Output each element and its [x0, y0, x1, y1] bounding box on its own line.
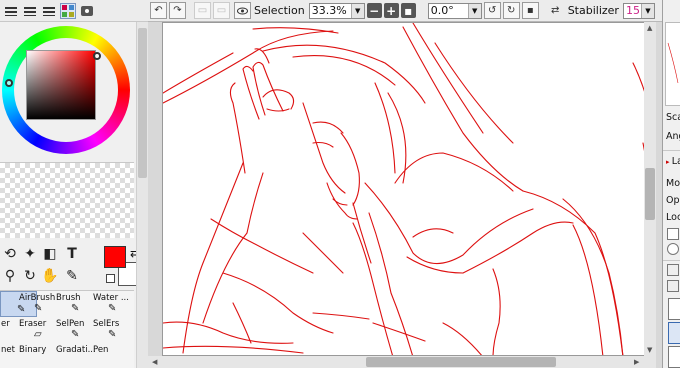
- primary-color-swatch[interactable]: [104, 246, 126, 268]
- brush-slot-brush[interactable]: Brush ✎: [55, 291, 92, 317]
- zoom-select[interactable]: 33.3% ▼: [308, 2, 365, 19]
- brush-tool-grid: ✎ AirBrush ✎ Brush ✎ Water ... ✎ er Eras…: [0, 290, 134, 368]
- text-tool-icon[interactable]: T: [62, 244, 82, 264]
- selection-label: Selection: [254, 4, 305, 17]
- layer-item[interactable]: [668, 298, 680, 320]
- brush-slot-eraser[interactable]: Eraser ▱: [18, 317, 55, 343]
- tool-icons: ⟲ ✦ ◧ T ⚲ ↻ ✋ ✎: [0, 240, 96, 288]
- selpen-icon: ✎: [71, 329, 80, 340]
- swatches-mode-icon[interactable]: [60, 2, 76, 19]
- navigator-preview[interactable]: [665, 22, 680, 106]
- color-wheel-mode-icon[interactable]: [3, 3, 19, 19]
- water-brush-icon: ✎: [108, 303, 117, 314]
- saturation-value-square[interactable]: [26, 50, 96, 120]
- layer-panel-header: ▸ La: [666, 156, 680, 167]
- stabilizer-value: 15: [625, 4, 640, 17]
- top-toolbar: ↶ ↷ ▭ ▭ Selection 33.3% ▼ − + ▪ 0.0° ▼ ↺…: [148, 0, 680, 22]
- brush-slot-water[interactable]: Water ... ✎: [92, 291, 129, 317]
- brush-slot-binary[interactable]: Binary: [18, 343, 55, 368]
- magic-wand-icon[interactable]: ✦: [20, 244, 40, 264]
- sv-marker[interactable]: [93, 52, 101, 60]
- rotation-value: 0.0°: [430, 4, 454, 17]
- shape-icon[interactable]: ◧: [40, 244, 60, 264]
- selers-icon: ✎: [108, 329, 117, 340]
- opacity-label: Opa: [666, 195, 680, 206]
- rotate-ccw-icon[interactable]: ↺: [483, 2, 501, 19]
- brush-slot-selers[interactable]: SelErs ✎: [92, 317, 129, 343]
- left-panel-scrollbar[interactable]: [136, 22, 148, 368]
- chevron-down-icon: ▼: [640, 3, 654, 18]
- hsv-slider-mode-icon[interactable]: [41, 3, 57, 19]
- right-panel: Sca Ang ▸ La Mo Opa Loc: [662, 0, 680, 368]
- flip-horizontal-icon[interactable]: ⇄: [547, 2, 564, 19]
- brush-slot-selpen[interactable]: SelPen ✎: [55, 317, 92, 343]
- eyedropper-icon[interactable]: ✎: [62, 266, 82, 286]
- zoom-reset-button[interactable]: ▪: [400, 3, 416, 18]
- layer-op-icon[interactable]: [667, 280, 679, 292]
- airbrush-icon: ✎: [34, 303, 43, 314]
- hand-icon[interactable]: ✋: [40, 266, 60, 286]
- scroll-up-icon[interactable]: ▲: [647, 24, 652, 32]
- brush-slot-pen2[interactable]: Pen: [92, 343, 129, 368]
- brush-slot-gradation[interactable]: Gradati...: [55, 343, 96, 368]
- scroll-down-icon[interactable]: ▼: [647, 346, 652, 354]
- undo-icon[interactable]: ↶: [150, 2, 167, 19]
- deselect-icon[interactable]: ▭: [194, 2, 211, 19]
- chevron-down-icon: ▼: [350, 3, 364, 18]
- scroll-left-icon[interactable]: ◀: [152, 358, 157, 366]
- eraser-icon: ▱: [34, 329, 42, 340]
- chevron-down-icon: ▼: [467, 3, 481, 18]
- drawing-canvas[interactable]: [162, 22, 650, 356]
- stabilizer-select[interactable]: 15 ▼: [622, 2, 655, 19]
- new-layer-icon[interactable]: [667, 264, 679, 276]
- paint-tool-sai-window: ⟲ ✦ ◧ T ⚲ ↻ ✋ ✎ ⇄ ✎ AirBrush ✎ Brush ✎: [0, 0, 680, 368]
- canvas-horizontal-scrollbar[interactable]: ◀ ▶: [148, 356, 648, 368]
- left-panel: ⟲ ✦ ◧ T ⚲ ↻ ✋ ✎ ⇄ ✎ AirBrush ✎ Brush ✎: [0, 0, 148, 368]
- reset-colors-icon[interactable]: [106, 274, 115, 283]
- invert-selection-icon[interactable]: ▭: [213, 2, 230, 19]
- zoom-out-button[interactable]: −: [366, 3, 382, 18]
- show-selection-icon[interactable]: [234, 2, 251, 19]
- left-scroll-thumb[interactable]: [138, 28, 147, 178]
- navigator-angle-label: Ang: [666, 131, 680, 142]
- canvas-area: ▲ ▼ ◀ ▶: [148, 22, 662, 368]
- lasso-icon[interactable]: ⟲: [0, 244, 20, 264]
- swatch-panel[interactable]: [0, 162, 134, 238]
- blend-mode-label: Mo: [666, 178, 680, 189]
- stabilizer-label: Stabilizer: [567, 4, 619, 17]
- zoom-icon[interactable]: ⚲: [0, 266, 20, 286]
- brush-icon: ✎: [71, 303, 80, 314]
- rotate-cw-icon[interactable]: ↻: [502, 2, 520, 19]
- layer-item[interactable]: [668, 346, 680, 368]
- lock-label: Loc: [666, 212, 680, 223]
- line-art-sketch: [163, 23, 649, 355]
- rotate-reset-icon[interactable]: ▪: [521, 2, 539, 19]
- rgb-slider-mode-icon[interactable]: [22, 3, 38, 19]
- brush-slot-airbrush[interactable]: AirBrush ✎: [18, 291, 55, 317]
- scratchpad-mode-icon[interactable]: [79, 3, 95, 19]
- hue-marker[interactable]: [5, 79, 13, 87]
- zoom-value: 33.3%: [311, 4, 347, 17]
- canvas-hscroll-thumb[interactable]: [366, 357, 556, 367]
- canvas-vertical-scrollbar[interactable]: ▲ ▼: [644, 22, 656, 368]
- rotation-select[interactable]: 0.0° ▼: [427, 2, 482, 19]
- preserve-opacity-checkbox[interactable]: [667, 228, 679, 240]
- color-wheel-panel: [0, 22, 148, 160]
- clipping-radio[interactable]: [667, 243, 679, 255]
- zoom-in-button[interactable]: +: [383, 3, 399, 18]
- hue-ring[interactable]: [2, 26, 130, 154]
- color-mode-bar: [0, 0, 148, 22]
- redo-icon[interactable]: ↷: [169, 2, 186, 19]
- navigator-scale-label: Sca: [666, 112, 680, 123]
- scroll-right-icon[interactable]: ▶: [634, 358, 639, 366]
- canvas-vscroll-thumb[interactable]: [645, 168, 655, 220]
- rotate-icon[interactable]: ↻: [20, 266, 40, 286]
- layer-item-selected[interactable]: [668, 322, 680, 344]
